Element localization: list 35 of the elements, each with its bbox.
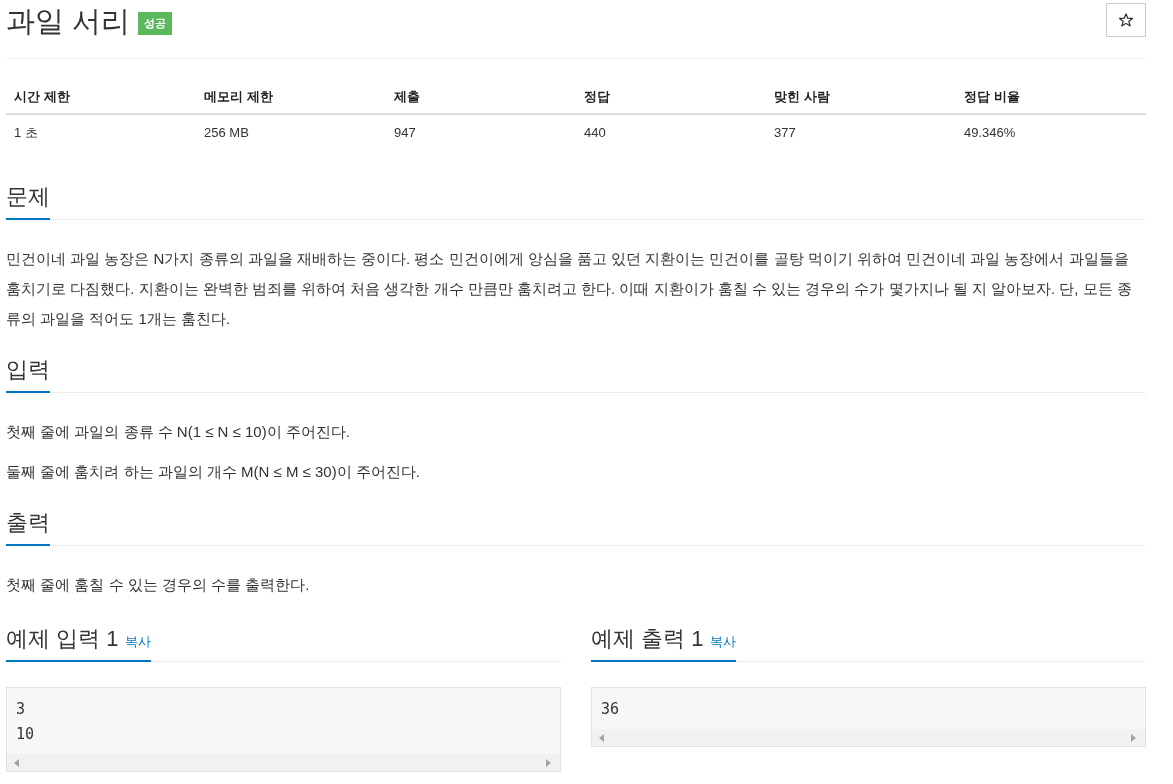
right-arrow-icon[interactable] [546, 758, 551, 767]
problem-title: 과일 서리 [6, 4, 131, 39]
column-header: 정답 비율 [956, 81, 1146, 114]
sample-text: 36 [600, 699, 621, 720]
favorite-button[interactable] [1106, 3, 1146, 37]
section-heading: 입력 [6, 356, 50, 384]
section-heading: 문제 [6, 183, 50, 211]
table-cell: 947 [386, 114, 576, 151]
copy-link[interactable]: 복사 [710, 633, 737, 651]
paragraph: 첫째 줄에 과일의 종류 수 N(1 ≤ N ≤ 10)이 주어진다. [6, 422, 351, 442]
column-header: 시간 제한 [6, 81, 196, 114]
left-arrow-icon[interactable] [599, 733, 604, 742]
star-icon [1119, 13, 1133, 27]
section-heading: 출력 [6, 509, 50, 537]
sample-heading: 예제 입력 1 [6, 625, 119, 653]
table-cell: 440 [576, 114, 766, 151]
table-cell: 256 MB [196, 114, 386, 151]
left-arrow-icon[interactable] [14, 758, 19, 767]
copy-link[interactable]: 복사 [125, 633, 152, 651]
table-cell: 1 초 [6, 114, 196, 151]
table-cell: 377 [766, 114, 956, 151]
column-header: 맞힌 사람 [766, 81, 956, 114]
column-header: 제출 [386, 81, 576, 114]
paragraph: 민건이네 과일 농장은 N가지 종류의 과일을 재배하는 중이다. 평소 민건이에게 앙심을 품고 있던 지환이는 민건이를 골탕 먹이기 위하여 민건이네 과일 농장에서 과일들을 훔치기로 다짐했다. 지환이는 완벽한 범죄를 위하여 처음 생각한 개수 만큼만 훔치려고 한다. 이때 지환이가 훔칠 수 있는 경우의 수가 몇가지나 될 지 알아보자. 단, 모든 종류의 과일을 적어도 1개는 훔친다. [6, 249, 1133, 329]
horizontal-scrollbar[interactable] [592, 729, 1145, 746]
paragraph: 둘째 줄에 훔치려 하는 과일의 개수 M(N ≤ M ≤ 30)이 주어진다. [6, 462, 421, 482]
paragraph: 첫째 줄에 훔칠 수 있는 경우의 수를 출력한다. [6, 575, 311, 595]
sample-text: 3 10 [15, 699, 36, 745]
table-cell: 49.346% [956, 114, 1146, 151]
column-header: 메모리 제한 [196, 81, 386, 114]
right-arrow-icon[interactable] [1131, 733, 1136, 742]
column-header: 정답 [576, 81, 766, 114]
sample-heading: 예제 출력 1 [591, 625, 704, 653]
status-badge: 성공 [138, 12, 173, 35]
horizontal-scrollbar[interactable] [7, 754, 560, 771]
